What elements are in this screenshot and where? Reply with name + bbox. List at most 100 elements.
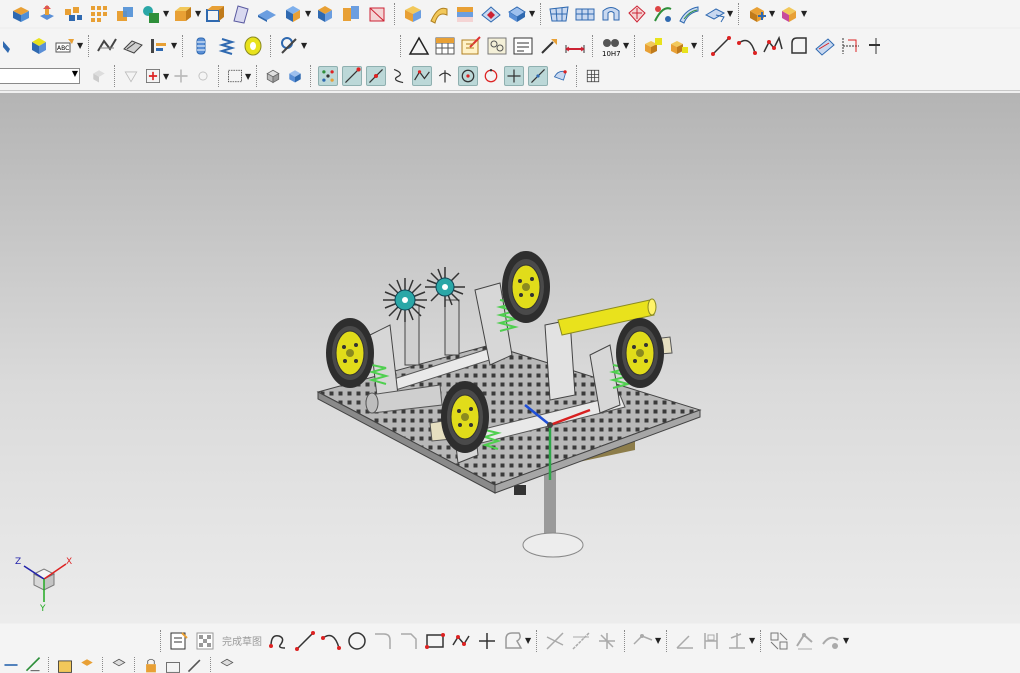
dropdown-arrow-icon[interactable]: ▼ <box>195 9 201 18</box>
dropdown-arrow-icon[interactable]: ▼ <box>163 72 169 81</box>
dropdown-arrow-icon[interactable]: ▼ <box>727 9 733 18</box>
ring-icon[interactable] <box>242 35 264 57</box>
binocular-icon[interactable]: 10H7 <box>600 35 622 57</box>
dimension-vertical-icon[interactable] <box>700 630 722 652</box>
feature-icon[interactable] <box>704 3 726 25</box>
quick-extend-icon[interactable] <box>570 630 592 652</box>
sew-icon[interactable] <box>652 3 674 25</box>
tray-icon[interactable] <box>164 657 182 673</box>
bend-icon[interactable] <box>2 35 24 57</box>
intersect-icon[interactable] <box>436 67 454 85</box>
animate-dimension-icon[interactable] <box>820 630 842 652</box>
ribbon-icon[interactable] <box>600 3 622 25</box>
dropdown-arrow-icon[interactable]: ▼ <box>749 636 755 645</box>
mesh-icon[interactable] <box>506 3 528 25</box>
section-icon[interactable] <box>340 3 362 25</box>
twist-icon[interactable] <box>626 3 648 25</box>
cube-outline-icon[interactable] <box>110 657 128 673</box>
auto-constrain-icon[interactable] <box>794 630 816 652</box>
face-icon[interactable] <box>366 3 388 25</box>
wave-icon[interactable] <box>122 35 144 57</box>
sketch-arc-icon[interactable] <box>320 630 342 652</box>
dropdown-arrow-icon[interactable]: ▼ <box>301 41 307 50</box>
plane-icon[interactable] <box>256 3 278 25</box>
component-icon[interactable] <box>78 657 96 673</box>
polygon-icon[interactable] <box>450 630 472 652</box>
arc-icon[interactable] <box>736 35 758 57</box>
rectangle-icon[interactable] <box>424 630 446 652</box>
dropdown-arrow-icon[interactable]: ▼ <box>305 9 311 18</box>
view-cube-icon[interactable] <box>218 657 236 673</box>
grid-surface-icon[interactable] <box>548 3 570 25</box>
sketch-icon[interactable] <box>168 630 190 652</box>
center-icon[interactable] <box>458 66 478 86</box>
fillet-icon[interactable] <box>372 630 394 652</box>
box-icon[interactable] <box>172 3 194 25</box>
quick-trim-icon[interactable] <box>544 630 566 652</box>
layer-color-icon[interactable] <box>778 3 800 25</box>
face-snap-icon[interactable] <box>552 67 570 85</box>
constraint-icon[interactable] <box>726 630 748 652</box>
spring-icon[interactable] <box>216 35 238 57</box>
dropdown-arrow-icon[interactable]: ▼ <box>171 41 177 50</box>
triangle-icon[interactable] <box>408 35 430 57</box>
studio-spline-icon[interactable] <box>502 630 524 652</box>
robot-chassis-model[interactable] <box>300 245 720 570</box>
dims-icon[interactable] <box>840 35 862 57</box>
line-icon[interactable] <box>710 35 732 57</box>
point-icon[interactable] <box>504 66 524 86</box>
sketch-line-icon[interactable] <box>294 630 316 652</box>
cube-icon[interactable] <box>264 67 282 85</box>
color-block-icon[interactable] <box>314 3 336 25</box>
finish-sketch-button[interactable]: 完成草图 <box>222 633 262 648</box>
sweep-icon[interactable] <box>428 3 450 25</box>
dropdown-arrow-icon[interactable]: ▼ <box>77 41 83 50</box>
endpoint-icon[interactable] <box>342 66 362 86</box>
unite-icon[interactable] <box>114 3 136 25</box>
circle-icon[interactable] <box>346 630 368 652</box>
select-feature-icon[interactable] <box>144 67 162 85</box>
snap-axis-icon[interactable] <box>2 657 20 673</box>
midpoint-icon[interactable] <box>366 66 386 86</box>
block-icon[interactable] <box>10 3 32 25</box>
curve-snap-icon[interactable] <box>390 67 408 85</box>
dropdown-arrow-icon[interactable]: ▼ <box>623 41 629 50</box>
solid-icon[interactable] <box>282 3 304 25</box>
tangent-icon[interactable] <box>528 66 548 86</box>
cylinder-icon[interactable] <box>190 35 212 57</box>
quadrant-icon[interactable] <box>482 67 500 85</box>
dropdown-arrow-icon[interactable]: ▼ <box>769 9 775 18</box>
surface-icon[interactable] <box>402 3 424 25</box>
cube-shaded-icon[interactable] <box>286 67 304 85</box>
shape-icon[interactable] <box>140 3 162 25</box>
rectangle-select-icon[interactable] <box>226 67 244 85</box>
offset-curve-icon[interactable] <box>632 630 654 652</box>
dropdown-arrow-icon[interactable]: ▼ <box>529 9 535 18</box>
gauge-icon[interactable] <box>564 35 586 57</box>
pencil-icon[interactable] <box>186 657 204 673</box>
wire-icon[interactable] <box>278 35 300 57</box>
shape-outline-icon[interactable] <box>788 35 810 57</box>
dropdown-arrow-icon[interactable]: ▼ <box>801 9 807 18</box>
grid-icon[interactable] <box>584 67 602 85</box>
bars-icon[interactable] <box>148 35 170 57</box>
text-icon[interactable]: ABC <box>54 35 76 57</box>
dropdown-arrow-icon[interactable]: ▼ <box>245 72 251 81</box>
dimension-angle-icon[interactable] <box>674 630 696 652</box>
dropdown-arrow-icon[interactable]: ▼ <box>691 41 697 50</box>
curve-alt-icon[interactable] <box>866 35 888 57</box>
snap-all-icon[interactable] <box>318 66 338 86</box>
layer-icon[interactable] <box>454 3 476 25</box>
curve-icon[interactable] <box>96 35 118 57</box>
table-icon[interactable] <box>434 35 456 57</box>
arrow-axis-icon[interactable] <box>24 657 42 673</box>
edit-icon[interactable] <box>460 35 482 57</box>
pattern-icon[interactable] <box>88 3 110 25</box>
display-constraints-icon[interactable] <box>768 630 790 652</box>
dropdown-arrow-icon[interactable]: ▼ <box>843 636 849 645</box>
move-icon[interactable] <box>746 3 768 25</box>
feature-array-icon[interactable] <box>62 3 84 25</box>
selection-filter-dropdown[interactable]: ▼ <box>0 68 80 84</box>
dropdown-arrow-icon[interactable]: ▼ <box>655 636 661 645</box>
view-triad[interactable]: X Z Y <box>12 552 78 614</box>
